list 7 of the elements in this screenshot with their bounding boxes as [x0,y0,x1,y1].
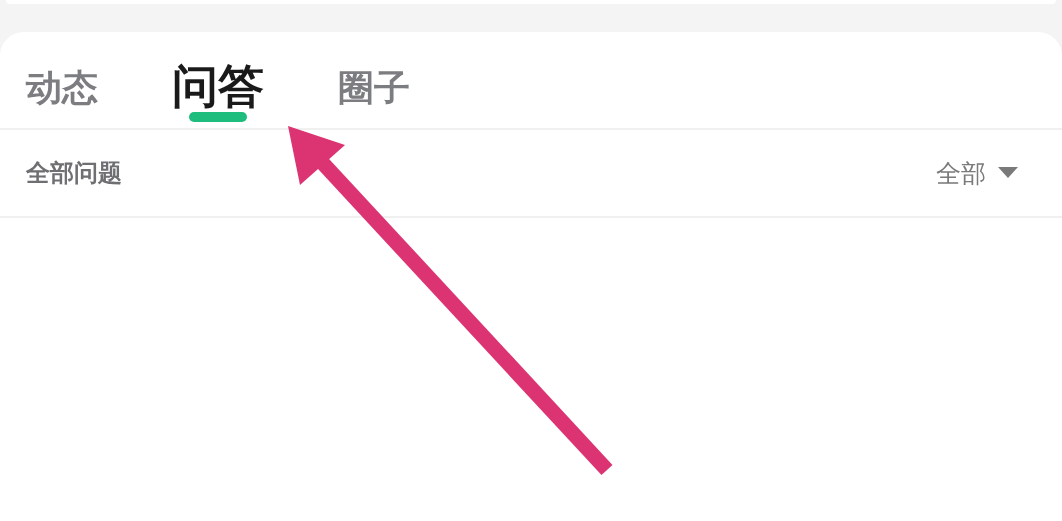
tab[interactable]: 问答 [172,61,264,128]
tab[interactable]: 圈子 [338,68,410,128]
caret-icon [998,167,1018,179]
filter-dropdown[interactable]: 全部 [936,156,1018,190]
tab[interactable]: 动态 [26,68,98,128]
tab-indicator [189,112,247,122]
section-title: 全部问题 [26,158,122,189]
